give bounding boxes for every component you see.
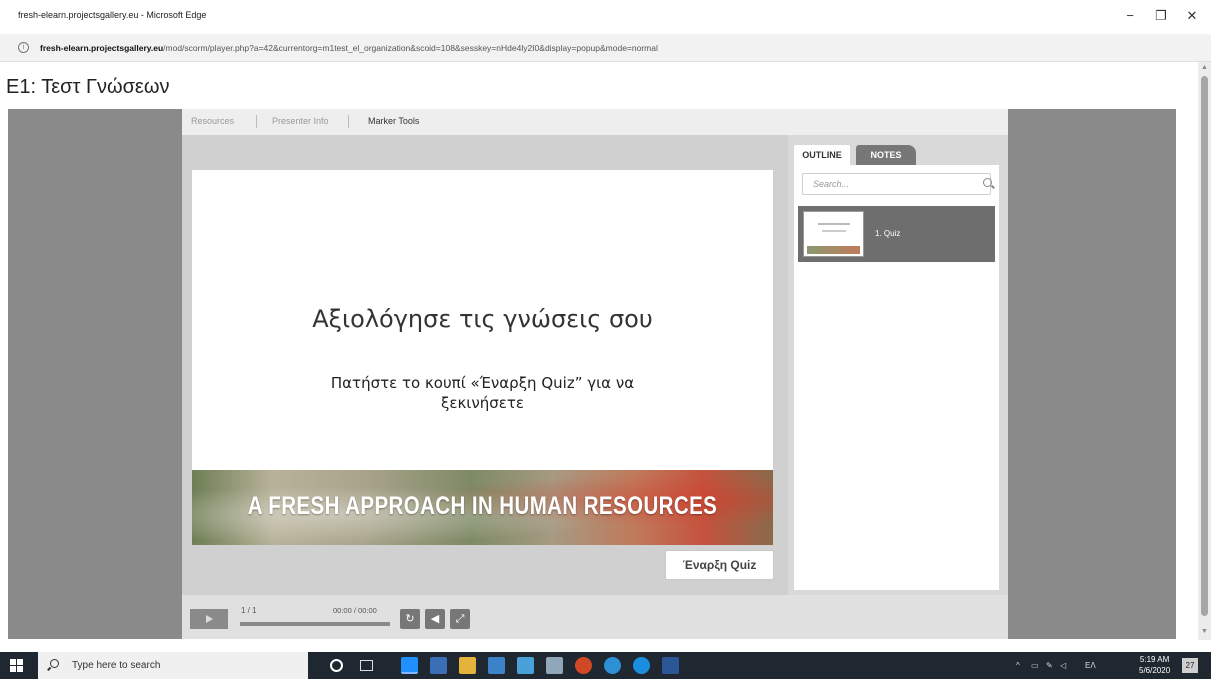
volume-icon[interactable]: ◀ (425, 609, 445, 629)
thumbnail-banner (807, 246, 860, 254)
slide-subtitle: Πατήστε το κουπί «Έναρξη Quiz” για να ξε… (330, 374, 635, 412)
start-quiz-button[interactable]: Έναρξη Quiz (665, 550, 774, 580)
tab-outline[interactable]: OUTLINE (794, 145, 850, 165)
tab-notes[interactable]: NOTES (856, 145, 916, 165)
progress-bar[interactable] (240, 622, 390, 626)
fullscreen-icon[interactable]: ⤢ (450, 609, 470, 629)
scorm-player: Resources Presenter Info Marker Tools Αξ… (182, 109, 1008, 639)
powerpoint-icon[interactable] (575, 657, 592, 674)
search-icon-wrap[interactable] (983, 178, 992, 187)
thumbnail-line (822, 230, 846, 232)
banner-image: A FRESH APPROACH IN HUMAN RESOURCES (192, 470, 773, 545)
window-title: fresh-elearn.projectsgallery.eu - Micros… (18, 10, 207, 20)
site-info-icon[interactable]: i (18, 42, 29, 53)
url-host: fresh-elearn.projectsgallery.eu (40, 43, 164, 53)
url-path: /mod/scorm/player.php?a=42&currentorg=m1… (163, 43, 658, 53)
taskbar-clock[interactable]: 5:19 AM 5/6/2020 (1139, 654, 1170, 676)
clock-time: 5:19 AM (1139, 655, 1170, 664)
slide-count: 1 / 1 (241, 606, 257, 615)
close-button[interactable]: ✕ (1180, 6, 1204, 26)
app-icon[interactable] (517, 657, 534, 674)
outline-item-label: 1. Quiz (875, 229, 901, 238)
page-scrollbar[interactable]: ▲ ▼ (1198, 62, 1211, 640)
tab-divider (256, 115, 257, 128)
window-title-bar: fresh-elearn.projectsgallery.eu - Micros… (0, 0, 1211, 34)
windows-start-icon[interactable] (10, 659, 23, 672)
player-sidebar: OUTLINE NOTES Search... 1. Quiz (788, 135, 1008, 595)
notification-center[interactable]: 27 (1182, 658, 1198, 673)
mail-icon[interactable] (488, 657, 505, 674)
outline-search-input[interactable]: Search... (802, 173, 991, 195)
tray-network-icon[interactable]: ▭ (1031, 661, 1039, 670)
tray-pen-icon[interactable]: ✎ (1046, 661, 1053, 670)
teamviewer-icon[interactable] (633, 657, 650, 674)
replay-icon[interactable]: ↻ (400, 609, 420, 629)
tray-volume-icon[interactable]: ◁ (1060, 661, 1066, 670)
scroll-up-icon[interactable]: ▲ (1201, 64, 1208, 71)
store-icon[interactable] (430, 657, 447, 674)
file-explorer-icon[interactable] (459, 657, 476, 674)
scroll-thumb[interactable] (1201, 76, 1208, 616)
banner-text: A FRESH APPROACH IN HUMAN RESOURCES (247, 492, 718, 520)
task-view-icon[interactable] (360, 660, 373, 671)
player-stage: Resources Presenter Info Marker Tools Αξ… (8, 109, 1176, 639)
time-readout: 00:00 / 00:00 (333, 606, 377, 615)
slide-heading: Αξιολόγησε τις γνώσεις σου (312, 305, 653, 333)
tray-chevron-icon[interactable]: ^ (1016, 661, 1020, 670)
outline-panel: Search... 1. Quiz (794, 165, 999, 590)
taskbar: Type here to search ^ ▭ ✎ ◁ ΕΛ 5:19 AM 5… (0, 652, 1211, 679)
search-icon[interactable] (983, 178, 992, 187)
clock-date: 5/6/2020 (1139, 666, 1171, 675)
taskbar-search-placeholder: Type here to search (72, 660, 161, 671)
cortana-icon[interactable] (330, 659, 343, 672)
page-content: Ε1: Τεστ Γνώσεων Resources Presenter Inf… (0, 62, 1198, 640)
taskbar-search[interactable]: Type here to search (38, 652, 308, 679)
thumbnail-line (818, 223, 850, 225)
scroll-down-icon[interactable]: ▼ (1201, 628, 1208, 635)
outline-item[interactable]: 1. Quiz (798, 206, 995, 262)
edge-icon[interactable] (401, 657, 418, 674)
app-icon[interactable] (546, 657, 563, 674)
tab-marker-tools[interactable]: Marker Tools (368, 116, 419, 126)
player-top-bar: Resources Presenter Info Marker Tools (182, 109, 1008, 135)
tab-presenter-info[interactable]: Presenter Info (272, 116, 329, 126)
page-title: Ε1: Τεστ Γνώσεων (6, 76, 170, 98)
maximize-button[interactable]: ❐ (1149, 6, 1173, 26)
minimize-button[interactable]: − (1118, 6, 1142, 26)
slide-thumbnail (803, 211, 864, 257)
skype-icon[interactable] (604, 657, 621, 674)
slide: Αξιολόγησε τις γνώσεις σου Πατήστε το κο… (192, 170, 773, 545)
address-bar[interactable]: i fresh-elearn.projectsgallery.eu/mod/sc… (0, 34, 1211, 62)
word-icon[interactable] (662, 657, 679, 674)
slide-frame: Αξιολόγησε τις γνώσεις σου Πατήστε το κο… (182, 135, 788, 595)
search-icon (50, 659, 59, 668)
url-text[interactable]: fresh-elearn.projectsgallery.eu/mod/scor… (40, 43, 658, 53)
tray-language[interactable]: ΕΛ (1085, 661, 1096, 670)
tab-divider (348, 115, 349, 128)
play-button[interactable] (190, 609, 228, 629)
player-controls: 1 / 1 00:00 / 00:00 ↻ ◀ ⤢ (182, 595, 1008, 639)
tab-resources[interactable]: Resources (191, 116, 234, 126)
